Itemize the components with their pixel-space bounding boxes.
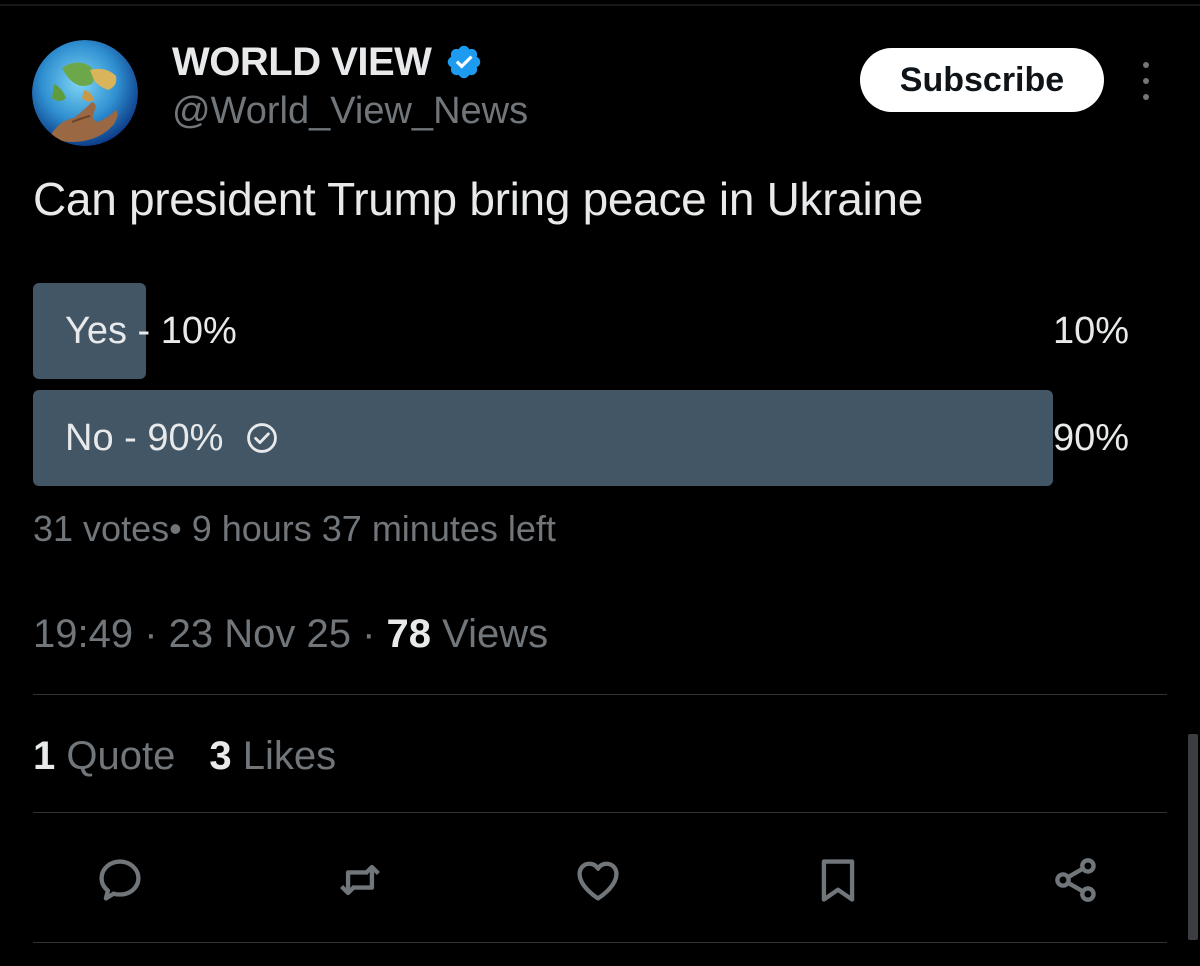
- bookmark-icon: [821, 859, 855, 902]
- like-icon: [577, 861, 619, 901]
- poll-option-label: Yes - 10%: [65, 309, 237, 352]
- poll-option-percent: 10%: [1052, 309, 1129, 352]
- views-count: 78: [386, 612, 432, 656]
- poll-option-percent: 90%: [1052, 416, 1129, 459]
- poll-meta: 31 votes• 9 hours 37 minutes left: [33, 508, 556, 549]
- poll-option-yes[interactable]: Yes - 10% 10%: [33, 283, 1133, 379]
- share-icon: [1055, 858, 1096, 902]
- author-handle[interactable]: @World_View_News: [172, 90, 528, 133]
- reply-icon: [99, 859, 141, 901]
- selected-check-icon: [247, 423, 278, 453]
- reply-button[interactable]: [90, 850, 150, 910]
- engagement-stats: 1 Quote 3 Likes: [33, 734, 336, 779]
- time-date[interactable]: 19:49 · 23 Nov 25 ·: [33, 612, 387, 656]
- likes-label: Likes: [242, 734, 337, 778]
- more-vertical-icon[interactable]: [1134, 62, 1158, 100]
- top-divider: [0, 4, 1200, 6]
- author-name-row[interactable]: WORLD VIEW: [172, 38, 483, 86]
- quotes-label: Quote: [66, 734, 176, 778]
- views-label: Views: [431, 612, 549, 656]
- quotes-stat[interactable]: 1 Quote: [33, 734, 175, 779]
- avatar[interactable]: [32, 40, 138, 146]
- poll-option-label: No - 90%: [65, 416, 224, 459]
- poll-option-no[interactable]: No - 90% 90%: [33, 390, 1133, 486]
- tweet-timestamp[interactable]: 19:49 · 23 Nov 25 · 78 Views: [33, 612, 548, 657]
- divider: [33, 694, 1167, 695]
- retweet-button[interactable]: [330, 850, 390, 910]
- like-button[interactable]: [568, 850, 628, 910]
- quotes-count: 1: [33, 734, 56, 778]
- verified-badge-icon: [448, 45, 481, 79]
- retweet-icon: [340, 864, 380, 896]
- divider: [33, 942, 1167, 943]
- tweet-text: Can president Trump bring peace in Ukrai…: [33, 173, 923, 225]
- author-name[interactable]: WORLD VIEW: [172, 40, 432, 85]
- globe-avatar-image: [32, 40, 138, 146]
- likes-stat[interactable]: 3 Likes: [209, 734, 336, 779]
- likes-count: 3: [209, 734, 232, 778]
- divider: [33, 812, 1167, 813]
- share-button[interactable]: [1046, 850, 1106, 910]
- scrollbar[interactable]: [1188, 734, 1198, 940]
- subscribe-button[interactable]: Subscribe: [860, 48, 1104, 112]
- bookmark-button[interactable]: [808, 850, 868, 910]
